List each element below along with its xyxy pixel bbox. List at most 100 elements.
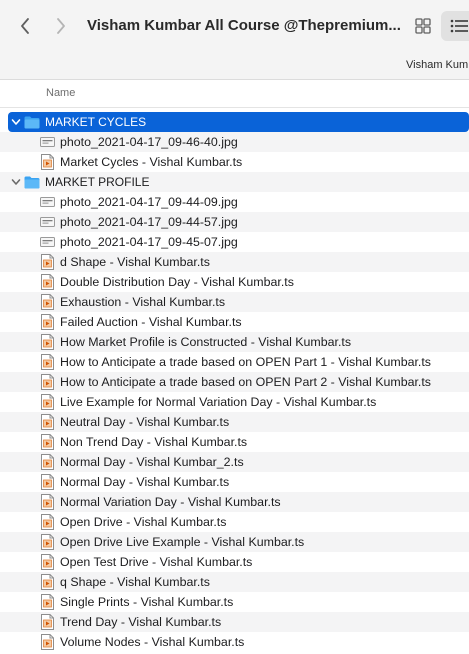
file-row[interactable]: photo_2021-04-17_09-44-57.jpg (0, 212, 469, 232)
video-file-icon (40, 434, 54, 450)
folder-name: MARKET CYCLES (45, 115, 147, 129)
file-row[interactable]: Non Trend Day - Vishal Kumbar.ts (0, 432, 469, 452)
file-row[interactable]: Double Distribution Day - Vishal Kumbar.… (0, 272, 469, 292)
video-file-icon (40, 394, 54, 410)
image-file-icon (39, 237, 55, 247)
window-title: Visham Kumbar All Course @Thepremium... (87, 17, 401, 34)
file-row[interactable]: Open Test Drive - Vishal Kumbar.ts (0, 552, 469, 572)
file-row[interactable]: Open Drive Live Example - Vishal Kumbar.… (0, 532, 469, 552)
file-name: photo_2021-04-17_09-44-09.jpg (60, 195, 238, 209)
grid-view-button[interactable] (410, 13, 436, 39)
file-row[interactable]: Neutral Day - Vishal Kumbar.ts (0, 412, 469, 432)
file-name: Normal Day - Vishal Kumbar_2.ts (60, 455, 244, 469)
file-row[interactable]: How to Anticipate a trade based on OPEN … (0, 372, 469, 392)
back-button[interactable] (14, 15, 36, 37)
folder-name: MARKET PROFILE (45, 175, 150, 189)
row-icon (39, 354, 55, 370)
row-icon (39, 274, 55, 290)
video-file-icon (40, 514, 54, 530)
list-view-button[interactable] (441, 11, 469, 41)
row-icon (39, 574, 55, 590)
column-header: Name (0, 80, 469, 108)
file-name: Exhaustion - Vishal Kumbar.ts (60, 295, 226, 309)
file-row[interactable]: photo_2021-04-17_09-45-07.jpg (0, 232, 469, 252)
video-file-icon (40, 294, 54, 310)
file-row[interactable]: photo_2021-04-17_09-46-40.jpg (0, 132, 469, 152)
video-file-icon (40, 474, 54, 490)
row-icon (39, 534, 55, 550)
file-name: How to Anticipate a trade based on OPEN … (60, 355, 431, 369)
file-list: MARKET CYCLES photo_2021-04-17_09-46-40.j… (0, 112, 469, 652)
file-row[interactable]: Volume Nodes - Vishal Kumbar.ts (0, 632, 469, 652)
row-icon (39, 234, 55, 250)
file-name: Normal Day - Vishal Kumbar.ts (60, 475, 230, 489)
file-row[interactable]: Exhaustion - Vishal Kumbar.ts (0, 292, 469, 312)
file-name: Trend Day - Vishal Kumbar.ts (60, 615, 222, 629)
file-name: How Market Profile is Constructed - Vish… (60, 335, 352, 349)
file-row[interactable]: photo_2021-04-17_09-44-09.jpg (0, 192, 469, 212)
video-file-icon (40, 254, 54, 270)
video-file-icon (40, 594, 54, 610)
file-row[interactable]: Open Drive - Vishal Kumbar.ts (0, 512, 469, 532)
row-icon (39, 634, 55, 650)
video-file-icon (40, 154, 54, 170)
chevron-down-icon (11, 179, 21, 185)
folder-row[interactable]: MARKET CYCLES (8, 112, 469, 132)
row-icon (39, 214, 55, 230)
row-icon (39, 594, 55, 610)
file-row[interactable]: q Shape - Vishal Kumbar.ts (0, 572, 469, 592)
image-file-icon (39, 217, 55, 227)
file-name: Volume Nodes - Vishal Kumbar.ts (60, 635, 245, 649)
file-row[interactable]: d Shape - Vishal Kumbar.ts (0, 252, 469, 272)
video-file-icon (40, 414, 54, 430)
file-row[interactable]: Single Prints - Vishal Kumbar.ts (0, 592, 469, 612)
list-view-icon (450, 19, 468, 33)
file-row[interactable]: Normal Day - Vishal Kumbar_2.ts (0, 452, 469, 472)
video-file-icon (40, 494, 54, 510)
file-row[interactable]: Trend Day - Vishal Kumbar.ts (0, 612, 469, 632)
file-name: How to Anticipate a trade based on OPEN … (60, 375, 431, 389)
video-file-icon (40, 614, 54, 630)
file-row[interactable]: How to Anticipate a trade based on OPEN … (0, 352, 469, 372)
forward-button[interactable] (50, 15, 72, 37)
file-name: Double Distribution Day - Vishal Kumbar.… (60, 275, 294, 289)
row-icon (39, 134, 55, 150)
grid-view-icon (415, 18, 431, 34)
file-row[interactable]: Live Example for Normal Variation Day - … (0, 392, 469, 412)
row-icon (39, 154, 55, 170)
file-row[interactable]: How Market Profile is Constructed - Vish… (0, 332, 469, 352)
file-name: Open Test Drive - Vishal Kumbar.ts (60, 555, 253, 569)
file-name: Single Prints - Vishal Kumbar.ts (60, 595, 234, 609)
file-name: Open Drive - Vishal Kumbar.ts (60, 515, 227, 529)
file-row[interactable]: Market Cycles - Vishal Kumbar.ts (0, 152, 469, 172)
row-icon (39, 434, 55, 450)
video-file-icon (40, 634, 54, 650)
row-icon (39, 414, 55, 430)
row-icon (39, 454, 55, 470)
path-tab-label[interactable]: Visham Kum (406, 59, 468, 71)
name-column-header[interactable]: Name (46, 87, 75, 99)
video-file-icon (40, 274, 54, 290)
chevron-right-icon (57, 18, 65, 34)
file-name: Non Trend Day - Vishal Kumbar.ts (60, 435, 248, 449)
row-icon (39, 514, 55, 530)
row-icon (24, 174, 40, 190)
file-row[interactable]: Failed Auction - Vishal Kumbar.ts (0, 312, 469, 332)
file-name: Normal Variation Day - Vishal Kumbar.ts (60, 495, 281, 509)
folder-row[interactable]: MARKET PROFILE (0, 172, 469, 192)
video-file-icon (40, 374, 54, 390)
disclosure-toggle[interactable] (10, 176, 22, 188)
video-file-icon (40, 454, 54, 470)
row-icon (39, 494, 55, 510)
image-file-icon (39, 137, 55, 147)
file-row[interactable]: Normal Variation Day - Vishal Kumbar.ts (0, 492, 469, 512)
file-row[interactable]: Normal Day - Vishal Kumbar.ts (0, 472, 469, 492)
row-icon (39, 194, 55, 210)
row-icon (39, 394, 55, 410)
file-name: Market Cycles - Vishal Kumbar.ts (60, 155, 243, 169)
video-file-icon (40, 354, 54, 370)
row-icon (39, 294, 55, 310)
disclosure-toggle[interactable] (10, 116, 22, 128)
row-icon (39, 474, 55, 490)
file-name: photo_2021-04-17_09-44-57.jpg (60, 215, 238, 229)
